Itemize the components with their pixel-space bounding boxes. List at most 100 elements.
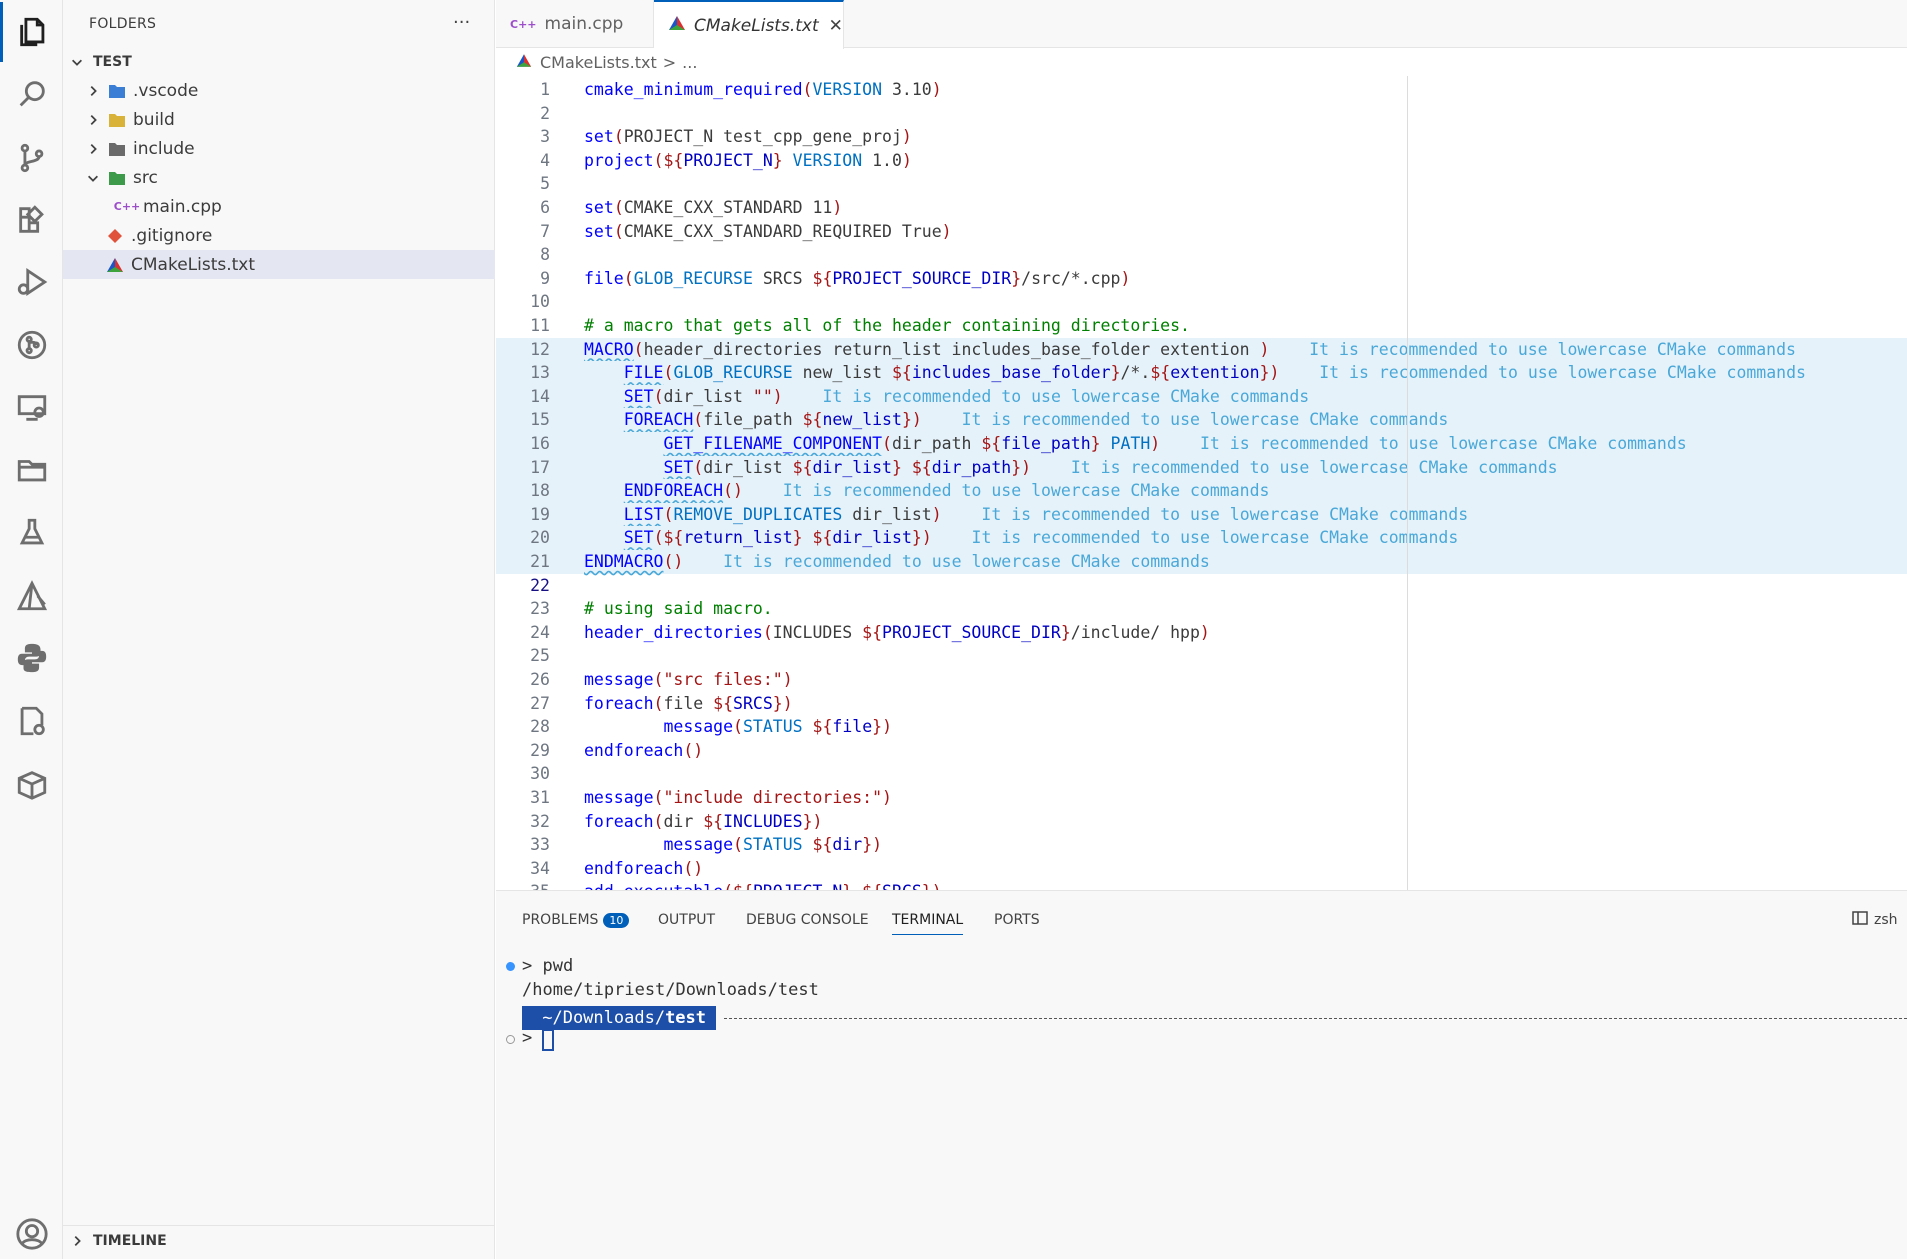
code-line[interactable]: 25 [496,644,1907,668]
close-icon[interactable]: ✕ [829,16,843,36]
code-line[interactable]: 20 SET(${return_list} ${dir_list}) It is… [496,526,1907,550]
code-line[interactable]: 35 add_executable(${PROJECT_N} ${SRCS}) [496,880,1907,890]
tab-terminal[interactable]: TERMINAL [892,905,964,935]
code-line[interactable]: 32 foreach(dir ${INCLUDES}) [496,810,1907,834]
code-editor[interactable]: 1 cmake_minimum_required(VERSION 3.10) 2 3 s… [496,76,1907,890]
code-line[interactable]: 31 message("include directories:") [496,786,1907,810]
code-line[interactable]: 10 [496,290,1907,314]
code-line[interactable]: 30 [496,762,1907,786]
code-text: SET(dir_list "") It is recommended to us… [623,386,1310,406]
code-line[interactable]: 5 [496,172,1907,196]
code-line[interactable]: 8 [496,243,1907,267]
code-line[interactable]: 27 foreach(file ${SRCS}) [496,692,1907,716]
code-line[interactable]: 24 header_directories(INCLUDES ${PROJECT_… [496,621,1907,645]
tab-problems[interactable]: PROBLEMS 10 [522,905,630,935]
code-text: LIST(REMOVE_DUPLICATES dir_list) It is r… [623,504,1469,524]
code-line[interactable]: 15 FOREACH(file_path ${new_list}) It is … [496,408,1907,432]
chevron-right-icon [85,83,101,99]
terminal-prompt-path: ~/Downloads/test [522,1006,717,1030]
code-line[interactable]: 16 GET_FILENAME_COMPONENT(dir_path ${fil… [496,432,1907,456]
terminal-shell-selector[interactable]: zsh [1852,905,1898,935]
containers-icon[interactable] [0,754,63,814]
code-text: message("include directories:") [584,788,892,807]
terminal-command-line: > pwd [522,956,574,976]
code-line[interactable]: 1 cmake_minimum_required(VERSION 3.10) [496,78,1907,102]
code-line[interactable]: 21 ENDMACRO() It is recommended to use lo… [496,550,1907,574]
code-text: header_directories(INCLUDES ${PROJECT_SO… [584,622,1210,642]
code-line[interactable]: 22 [496,574,1907,598]
tab-label: PROBLEMS [522,912,599,928]
explorer-icon[interactable] [0,2,63,62]
code-text: SET(${return_list} ${dir_list}) It is re… [623,528,1459,548]
code-line[interactable]: 33 message(STATUS ${dir}) [496,833,1907,857]
editor-tabs: C++ main.cpp CMakeLists.txt ✕ [496,0,1907,49]
account-icon[interactable] [0,1204,63,1259]
tree-item-src[interactable]: src [63,163,495,192]
code-line[interactable]: 14 SET(dir_list "") It is recommended to… [496,384,1907,409]
tree-item-cmakelists[interactable]: CMakeLists.txt [63,250,495,279]
breadcrumb-file[interactable]: CMakeLists.txt [540,53,657,72]
search-icon[interactable] [0,64,63,124]
tab-cmakelists[interactable]: CMakeLists.txt ✕ [654,0,844,49]
tab-debug-console[interactable]: DEBUG CONSOLE [746,905,869,935]
code-text: project(${PROJECT_N} VERSION 1.0) [584,150,912,170]
line-number: 10 [530,292,550,312]
tree-item-label: main.cpp [143,196,222,217]
line-number: 2 [540,103,550,123]
code-line[interactable]: 13 FILE(GLOB_RECURSE new_list ${includes… [496,361,1907,385]
line-number: 6 [540,198,550,217]
line-number: 14 [530,386,550,406]
timeline-section[interactable]: TIMELINE [63,1225,495,1255]
code-line[interactable]: 19 LIST(REMOVE_DUPLICATES dir_list) It i… [496,502,1907,527]
python-icon[interactable] [0,628,63,688]
code-line[interactable]: 9 file(GLOB_RECURSE SRCS ${PROJECT_SOURCE… [496,267,1907,291]
code-line[interactable]: 34 endforeach() [496,857,1907,881]
project-manager-icon[interactable] [0,440,63,500]
extensions-icon[interactable] [0,190,63,250]
tree-item-vscode[interactable]: .vscode [63,76,495,105]
tab-ports[interactable]: PORTS [994,905,1040,935]
terminal-cursor[interactable] [542,1029,554,1051]
code-line[interactable]: 29 endforeach() [496,739,1907,763]
cmake-file-icon [105,256,125,274]
more-actions-button[interactable]: ··· [453,12,470,33]
breadcrumb-more[interactable]: ... [682,53,697,72]
tree-item-build[interactable]: build [63,105,495,134]
line-number: 23 [530,599,550,619]
code-line[interactable]: 3 set(PROJECT_N test_cpp_gene_proj) [496,125,1907,149]
terminal-output: /home/tipriest/Downloads/test [522,980,819,1000]
line-number: 12 [530,339,550,359]
cpp-tools-icon[interactable] [0,691,63,751]
code-line[interactable]: 6 set(CMAKE_CXX_STANDARD 11) [496,196,1907,220]
code-text: FILE(GLOB_RECURSE new_list ${includes_ba… [623,363,1806,383]
tree-root-test[interactable]: TEST [63,47,495,76]
code-line[interactable]: 18 ENDFOREACH() It is recommended to use… [496,479,1907,503]
code-line[interactable]: 2 [496,102,1907,126]
code-text: # a macro that gets all of the header co… [584,316,1190,335]
run-debug-icon[interactable] [0,252,63,312]
testing-icon[interactable] [0,503,63,563]
code-line[interactable]: 17 SET(dir_list ${dir_list} ${dir_path})… [496,455,1907,480]
chevron-right-icon [85,141,101,157]
tree-item-gitignore[interactable]: .gitignore [63,221,495,250]
tab-output[interactable]: OUTPUT [658,905,715,935]
code-line[interactable]: 23 # using said macro. [496,597,1907,621]
git-graph-icon[interactable] [0,315,63,375]
tab-main-cpp[interactable]: C++ main.cpp [496,0,654,48]
code-line[interactable]: 7 set(CMAKE_CXX_STANDARD_REQUIRED True) [496,220,1907,244]
line-number: 26 [530,670,550,689]
code-line[interactable]: 4 project(${PROJECT_N} VERSION 1.0) [496,149,1907,173]
code-line[interactable]: 28 message(STATUS ${file}) [496,715,1907,739]
remote-explorer-icon[interactable] [0,378,63,438]
line-number: 11 [530,316,550,335]
code-line[interactable]: 26 message("src files:") [496,668,1907,692]
source-control-icon[interactable] [0,128,63,188]
vscode-folder-icon [107,82,127,100]
line-number: 34 [530,858,550,878]
code-line[interactable]: 11 # a macro that gets all of the header … [496,314,1907,338]
cmake-icon[interactable] [0,566,63,626]
code-line[interactable]: 12 MACRO(header_directories return_list i… [496,337,1907,362]
cmake-file-icon [516,53,532,72]
tree-item-include[interactable]: include [63,134,495,163]
tree-item-main-cpp[interactable]: C++ main.cpp [63,192,495,221]
